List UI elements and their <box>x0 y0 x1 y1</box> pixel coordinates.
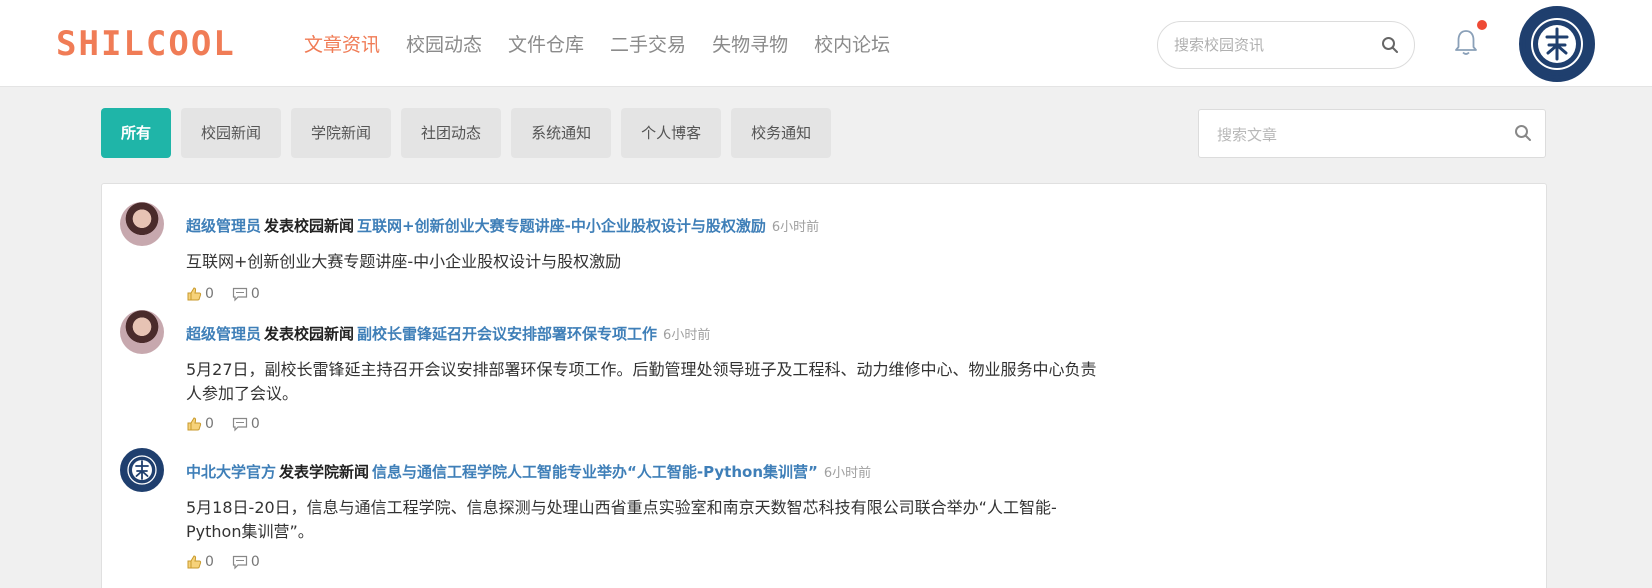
bell-icon[interactable] <box>1452 27 1480 57</box>
comment-button[interactable]: 0 <box>232 416 260 432</box>
search-icon[interactable] <box>1380 35 1400 55</box>
thumbs-up-icon <box>187 287 202 301</box>
nav-item-forum[interactable]: 校内论坛 <box>814 33 890 57</box>
article-search-input[interactable] <box>1217 124 1497 146</box>
article-feed: 超级管理员 发表校园新闻 互联网+创新创业大赛专题讲座-中小企业股权设计与股权激励 6… <box>101 183 1547 588</box>
main-nav: 文章资讯 校园动态 文件仓库 二手交易 失物寻物 校内论坛 <box>304 33 916 57</box>
like-count: 0 <box>205 554 214 570</box>
comment-count: 0 <box>250 416 260 432</box>
post-author[interactable]: 超级管理员 <box>186 325 261 343</box>
post-header: 中北大学官方 发表学院新闻 信息与通信工程学院人工智能专业举办“人工智能-Pytho… <box>186 462 871 484</box>
post-title[interactable]: 副校长雷锋延召开会议安排部署环保专项工作 <box>357 325 657 343</box>
post-actions: 0 0 <box>186 554 278 570</box>
post-title[interactable]: 互联网+创新创业大赛专题讲座-中小企业股权设计与股权激励 <box>357 217 766 235</box>
post-actions: 0 0 <box>186 416 278 432</box>
post-body: 5月27日，副校长雷锋延主持召开会议安排部署环保专项工作。后勤管理处领导班子及工… <box>186 360 1097 403</box>
post-body: 5月18日-20日，信息与通信工程学院、信息探测与处理山西省重点实验室和南京天数… <box>186 498 1057 541</box>
tab-school-notice[interactable]: 校务通知 <box>731 108 832 158</box>
avatar[interactable] <box>120 202 164 246</box>
tab-personal-blog[interactable]: 个人博客 <box>621 108 722 158</box>
post-author[interactable]: 超级管理员 <box>186 217 261 235</box>
thumbs-up-icon <box>187 417 202 431</box>
like-button[interactable]: 0 <box>186 286 214 302</box>
school-emblem-icon <box>123 451 161 489</box>
post-header: 超级管理员 发表校园新闻 副校长雷锋延召开会议安排部署环保专项工作 6小时前 <box>186 324 710 346</box>
comment-button[interactable]: 0 <box>232 286 260 302</box>
comment-icon <box>232 555 248 570</box>
avatar[interactable] <box>120 448 164 492</box>
like-button[interactable]: 0 <box>186 554 214 570</box>
like-count: 0 <box>205 286 214 302</box>
campus-search-box <box>1157 21 1415 69</box>
comment-icon <box>232 417 248 432</box>
top-navbar: SHILCOOL 文章资讯 校园动态 文件仓库 二手交易 失物寻物 校内论坛 <box>0 0 1652 87</box>
tab-all[interactable]: 所有 <box>101 108 172 158</box>
tab-college-news[interactable]: 学院新闻 <box>291 108 392 158</box>
school-emblem-icon <box>1525 12 1589 76</box>
post-time: 6小时前 <box>663 328 711 343</box>
tab-system-notice[interactable]: 系统通知 <box>511 108 612 158</box>
comment-count: 0 <box>250 554 260 570</box>
comment-button[interactable]: 0 <box>232 554 260 570</box>
post-body: 互联网+创新创业大赛专题讲座-中小企业股权设计与股权激励 <box>186 252 622 271</box>
post-header: 超级管理员 发表校园新闻 互联网+创新创业大赛专题讲座-中小企业股权设计与股权激励 6… <box>186 216 819 238</box>
nav-item-lost-found[interactable]: 失物寻物 <box>712 33 788 57</box>
user-avatar[interactable] <box>1519 6 1595 82</box>
like-button[interactable]: 0 <box>186 416 214 432</box>
campus-search-input[interactable] <box>1174 34 1364 56</box>
post-action: 发表校园新闻 <box>264 325 355 343</box>
like-count: 0 <box>205 416 214 432</box>
category-tabs: 所有 校园新闻 学院新闻 社团动态 系统通知 个人博客 校务通知 <box>101 108 841 158</box>
tab-club-news[interactable]: 社团动态 <box>401 108 502 158</box>
post-time: 6小时前 <box>823 466 872 481</box>
post-actions: 0 0 <box>186 286 278 302</box>
nav-item-campus-news[interactable]: 校园动态 <box>406 33 482 57</box>
post-author[interactable]: 中北大学官方 <box>186 463 276 481</box>
comment-icon <box>232 287 248 302</box>
nav-item-articles[interactable]: 文章资讯 <box>304 33 380 57</box>
post-time: 6小时前 <box>771 220 820 235</box>
tab-campus-news[interactable]: 校园新闻 <box>181 108 282 158</box>
nav-item-second-hand[interactable]: 二手交易 <box>610 33 686 57</box>
site-logo[interactable]: SHILCOOL <box>56 26 236 62</box>
nav-item-file-repo[interactable]: 文件仓库 <box>508 33 584 57</box>
post-action: 发表校园新闻 <box>264 217 355 235</box>
post-action: 发表学院新闻 <box>279 463 370 481</box>
article-search-box <box>1198 109 1546 158</box>
comment-count: 0 <box>250 286 260 302</box>
post-title[interactable]: 信息与通信工程学院人工智能专业举办“人工智能-Python集训营” <box>372 463 818 481</box>
notification-badge <box>1477 20 1487 30</box>
avatar[interactable] <box>120 310 164 354</box>
thumbs-up-icon <box>187 555 202 569</box>
search-icon[interactable] <box>1513 123 1533 143</box>
